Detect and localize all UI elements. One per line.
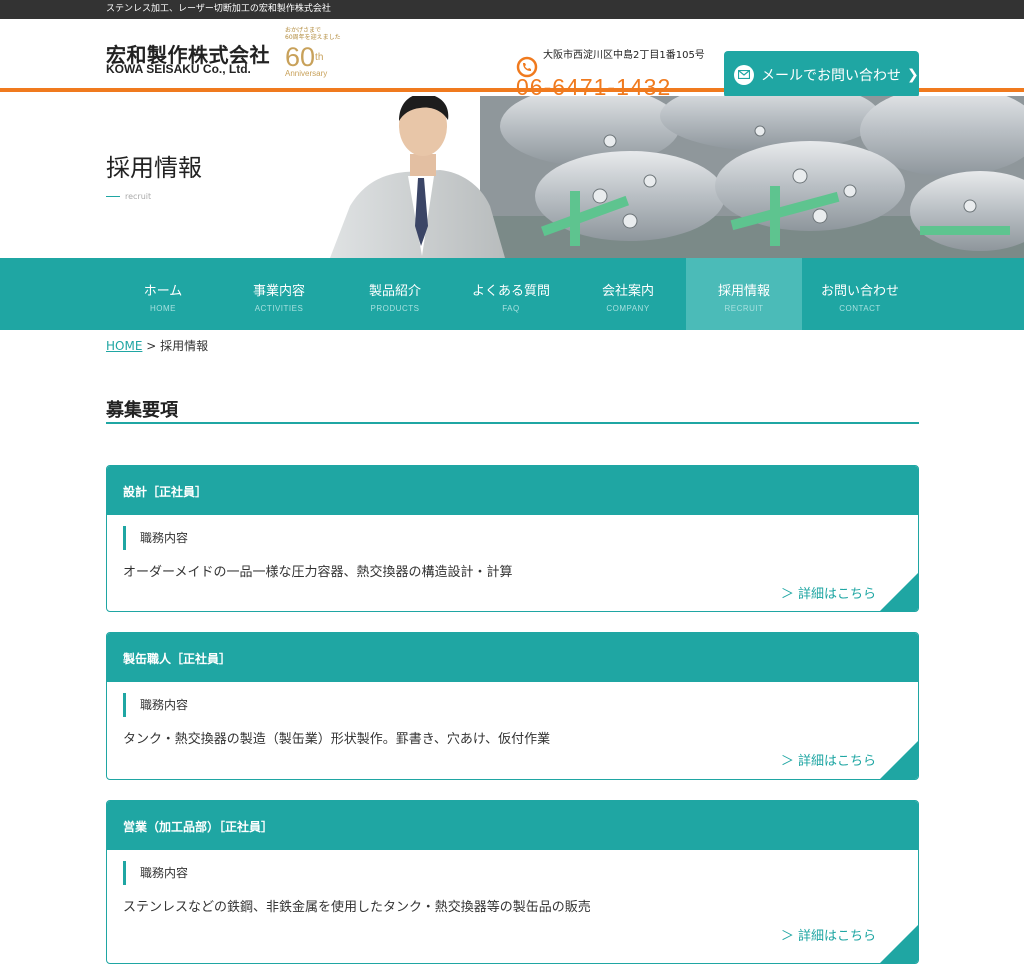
top-bar-text: ステンレス加工、レーザー切断加工の宏和製作株式会社	[106, 4, 331, 14]
nav-item-activities[interactable]: 事業内容 ACTIVITIES	[221, 258, 337, 330]
page-subtitle-text: recruit	[125, 192, 152, 201]
company-address: 大阪市西淀川区中島2丁目1番105号	[543, 50, 705, 61]
nav-label: 採用情報	[717, 284, 770, 299]
nav-label: ホーム	[143, 284, 183, 299]
job-title: 営業（加工品部）［正社員］	[107, 801, 918, 850]
breadcrumb-separator: >	[146, 339, 157, 353]
corner-decoration	[880, 741, 918, 779]
nav-sublabel: CONTACT	[839, 304, 881, 313]
duty-label: 職務内容	[123, 861, 188, 885]
anniversary-number-value: 60	[285, 42, 316, 72]
anniversary-number: 60th	[285, 44, 345, 71]
nav-item-products[interactable]: 製品紹介 PRODUCTS	[337, 258, 453, 330]
nav-item-recruit[interactable]: 採用情報 RECRUIT	[686, 258, 802, 330]
mail-contact-button[interactable]: メールでお問い合わせ ❯	[724, 51, 919, 98]
nav-item-contact[interactable]: お問い合わせ CONTACT	[802, 258, 918, 330]
nav-item-company[interactable]: 会社案内 COMPANY	[570, 258, 686, 330]
nav-item-faq[interactable]: よくある質問 FAQ	[453, 258, 569, 330]
duty-label: 職務内容	[123, 693, 188, 717]
anniversary-badge: おかげさまで 60周年を迎えました 60th Anniversary	[285, 27, 345, 83]
page-hero: 採用情報 recruit	[0, 96, 1024, 258]
nav-sublabel: ACTIVITIES	[254, 304, 304, 313]
top-bar: ステンレス加工、レーザー切断加工の宏和製作株式会社	[0, 0, 1024, 19]
job-title: 製缶職人［正社員］	[107, 633, 918, 682]
duty-label: 職務内容	[123, 526, 188, 550]
anniversary-word: Anniversary	[285, 69, 328, 78]
chevron-right-icon: ❯	[907, 66, 919, 83]
nav-sublabel: HOME	[150, 304, 176, 313]
detail-link[interactable]: ＞ 詳細はこちら	[781, 750, 876, 769]
detail-link[interactable]: ＞ 詳細はこちら	[781, 583, 876, 602]
duty-text: タンク・熱交換器の製造（製缶業）形状製作。罫書き、穴あけ、仮付作業	[123, 732, 551, 747]
breadcrumb-home-link[interactable]: HOME	[106, 339, 142, 353]
nav-sublabel: COMPANY	[606, 304, 650, 313]
section-title: 募集要項	[106, 396, 919, 424]
nav-sublabel: PRODUCTS	[370, 304, 420, 313]
job-card: 製缶職人［正社員］ 職務内容 タンク・熱交換器の製造（製缶業）形状製作。罫書き、…	[106, 632, 919, 780]
nav-sublabel: FAQ	[502, 304, 520, 313]
corner-decoration	[880, 925, 918, 963]
nav-label: よくある質問	[471, 284, 550, 299]
job-card: 設計［正社員］ 職務内容 オーダーメイドの一品一様な圧力容器、熱交換器の構造設計…	[106, 465, 919, 612]
nav-label: お問い合わせ	[820, 284, 899, 299]
mail-icon	[734, 64, 754, 85]
duty-text: ステンレスなどの鉄鋼、非鉄金属を使用したタンク・熱交換器等の製缶品の販売	[123, 900, 591, 915]
nav-label: 会社案内	[601, 284, 654, 299]
page-subtitle: recruit	[106, 192, 151, 201]
nav-label: 事業内容	[252, 284, 305, 299]
anniversary-line-2: 60周年を迎えました	[285, 34, 341, 41]
corner-decoration	[880, 573, 918, 611]
detail-link[interactable]: ＞ 詳細はこちら	[781, 925, 876, 944]
job-card: 営業（加工品部）［正社員］ 職務内容 ステンレスなどの鉄鋼、非鉄金属を使用したタ…	[106, 800, 919, 964]
site-header: 宏和製作株式会社 KOWA SEISAKU Co., Ltd. おかげさまで 6…	[0, 19, 1024, 100]
logo-english[interactable]: KOWA SEISAKU Co., Ltd.	[106, 62, 251, 76]
anniversary-suffix: th	[315, 52, 324, 63]
nav-item-home[interactable]: ホーム HOME	[105, 258, 221, 330]
page-title: 採用情報	[106, 154, 202, 182]
hero-image	[330, 96, 1024, 258]
mail-contact-label: メールでお問い合わせ	[761, 67, 901, 84]
breadcrumb-current: 採用情報	[160, 339, 209, 353]
job-title: 設計［正社員］	[107, 466, 918, 515]
global-nav: ホーム HOME 事業内容 ACTIVITIES 製品紹介 PRODUCTS よ…	[0, 258, 1024, 330]
breadcrumb: HOME > 採用情報	[106, 337, 208, 354]
nav-sublabel: RECRUIT	[724, 304, 764, 313]
duty-text: オーダーメイドの一品一様な圧力容器、熱交換器の構造設計・計算	[123, 565, 513, 580]
nav-label: 製品紹介	[368, 284, 421, 299]
anniversary-line-1: おかげさまで	[285, 27, 322, 34]
subtitle-dash	[106, 196, 120, 197]
